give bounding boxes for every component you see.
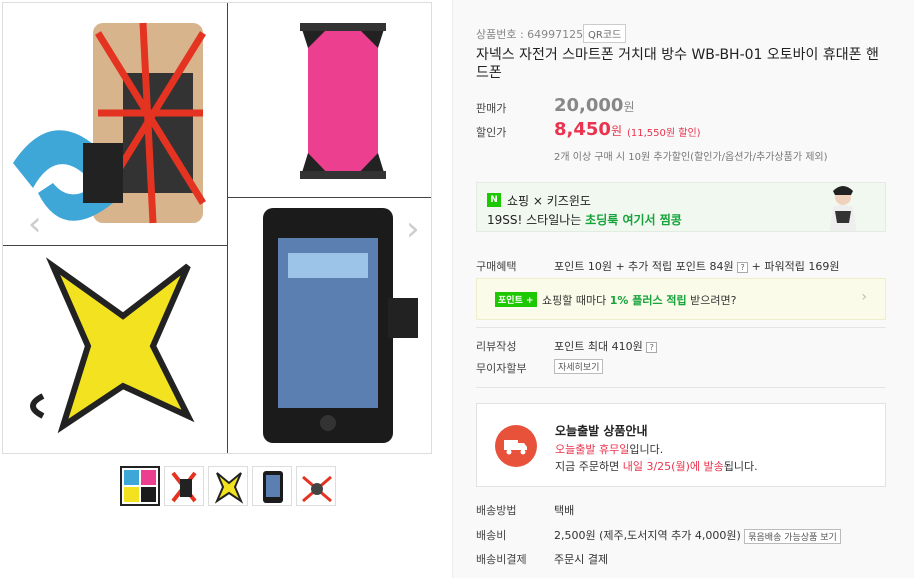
discount-amount: (11,550원 할인) (627, 128, 701, 139)
banner-line1: 쇼핑 × 키즈윈도 (507, 194, 591, 208)
shipping-notice-line1: 오늘출발 휴무일입니다. (555, 443, 664, 456)
delivery-method: 택배 (554, 504, 575, 517)
original-price: 20,000원 (554, 95, 635, 116)
thumbnail-2[interactable] (164, 466, 204, 506)
delivery-method-label: 배송방법 (476, 504, 517, 517)
installment-detail: 자세히보기 (554, 359, 604, 374)
thumbnail-list (120, 466, 336, 506)
product-number: 상품번호 : 649971258 (476, 28, 591, 41)
delivery-payment-label: 배송비결제 (476, 553, 527, 566)
help-icon[interactable]: ? (737, 261, 749, 273)
thumbnail-1[interactable] (120, 466, 160, 506)
review-label: 리뷰작성 (476, 340, 517, 353)
divider (476, 327, 886, 328)
banner-line2: 19SS! 스타일나는 초딩룩 여기서 찜콩 (487, 213, 682, 227)
image-waterproof-case-mount: › (228, 198, 431, 453)
installment-detail-button[interactable]: 자세히보기 (554, 359, 604, 374)
installment-label: 무이자할부 (476, 362, 527, 375)
promo-banner[interactable]: N 쇼핑 × 키즈윈도 19SS! 스타일나는 초딩룩 여기서 찜콩 (476, 182, 886, 232)
divider (476, 387, 886, 388)
svg-text:›: › (406, 209, 420, 249)
point-plus-tag: 포인트 + (495, 292, 537, 307)
benefits-label: 구매혜택 (476, 260, 517, 273)
discounted-price: 8,450원 (554, 119, 622, 140)
naver-logo-icon: N (487, 193, 501, 207)
main-product-image: ‹ › (2, 2, 432, 454)
product-gallery: ‹ › (0, 0, 452, 578)
same-day-shipping-notice: 오늘출발 상품안내 오늘출발 휴무일입니다. 지금 주문하면 내일 3/25(월… (476, 403, 886, 487)
delivery-fee-label: 배송비 (476, 529, 507, 542)
bundle-shipping-button[interactable]: 묶음배송 가능상품 보기 (744, 528, 841, 544)
thumbnail-4[interactable] (252, 466, 292, 506)
discount-price-label: 할인가 (476, 126, 507, 139)
point-plus-text: 쇼핑할 때마다 1% 플러스 적립 받으려면? (542, 294, 737, 307)
help-icon[interactable]: ? (646, 341, 658, 353)
product-info-panel: 상품번호 : 649971258 QR코드 자넥스 자전거 스마트폰 거치대 방… (452, 0, 914, 578)
thumbnail-5[interactable] (296, 466, 336, 506)
shipping-notice-line2: 지금 주문하면 내일 3/25(월)에 발송됩니다. (555, 460, 758, 473)
delivery-payment: 주문시 결제 (554, 553, 609, 566)
qr-code-button[interactable]: QR코드 (583, 24, 627, 43)
svg-text:‹: ‹ (28, 204, 42, 244)
product-title: 자넥스 자전거 스마트폰 거치대 방수 WB-BH-01 오토바이 휴대폰 핸드… (476, 47, 879, 81)
point-plus-box[interactable]: 포인트 + 쇼핑할 때마다 1% 플러스 적립 받으려면? › (476, 278, 886, 320)
image-pink-mount (228, 3, 431, 198)
chevron-right-icon: › (861, 289, 867, 305)
sale-price-label: 판매가 (476, 102, 507, 115)
image-yellow-mount (3, 246, 228, 453)
delivery-fee: 2,500원 (제주,도서지역 추가 4,000원) 묶음배송 가능상품 보기 (554, 527, 841, 544)
image-red-strap-mount: ‹ (3, 3, 228, 246)
truck-icon (495, 425, 537, 467)
shipping-notice-title: 오늘출발 상품안내 (555, 424, 648, 438)
benefits-text: 포인트 10원 + 추가 적립 포인트 84원 ? + 파워적립 169원 (554, 260, 840, 273)
banner-model-image (829, 186, 857, 231)
bulk-discount-note: 2개 이상 구매 시 10원 추가할인(할인가/옵션가/추가상품가 제외) (554, 152, 828, 163)
thumbnail-3[interactable] (208, 466, 248, 506)
review-text: 포인트 최대 410원 ? (554, 338, 658, 354)
